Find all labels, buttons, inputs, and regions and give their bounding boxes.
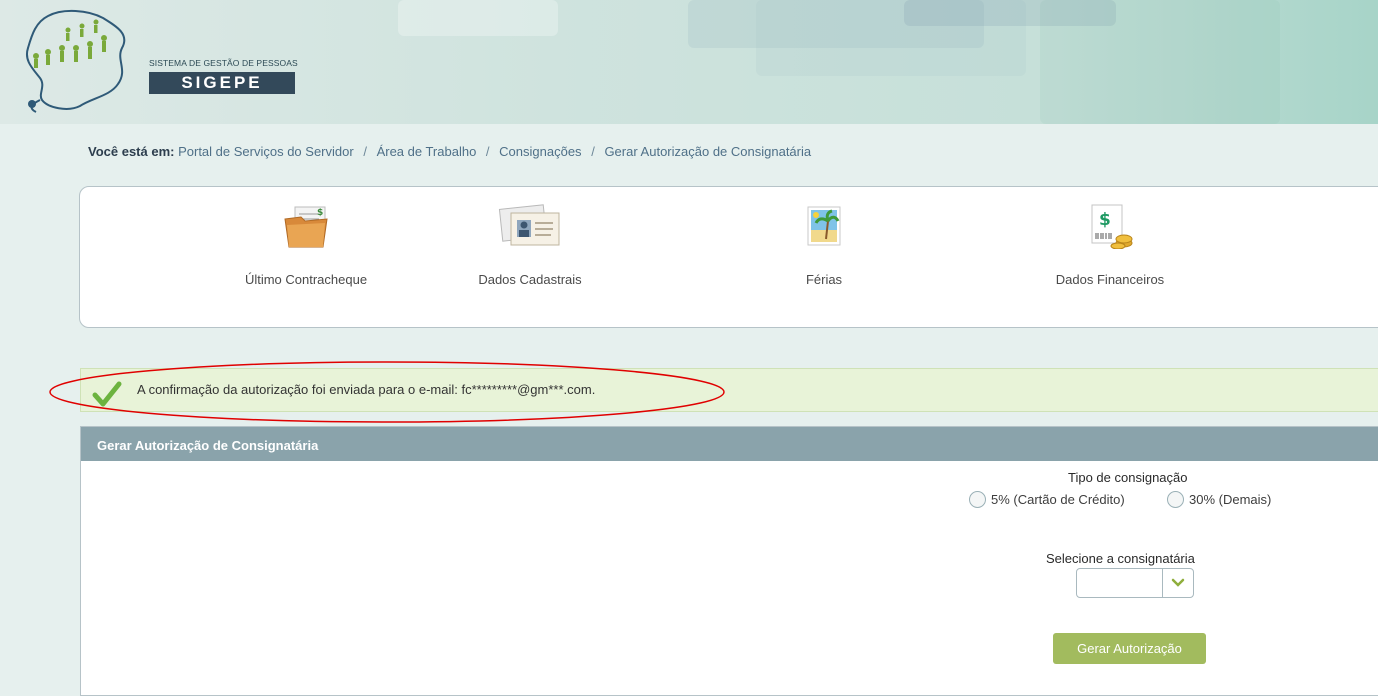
folder-document-icon: $ — [284, 206, 328, 248]
beach-palm-icon — [807, 206, 841, 246]
chevron-down-icon — [1171, 578, 1185, 587]
consignataria-select[interactable] — [1076, 568, 1194, 598]
tipo-consignacao-label: Tipo de consignação — [1068, 470, 1188, 485]
consignataria-select-label: Selecione a consignatária — [1046, 551, 1195, 566]
shortcut-ferias[interactable]: Férias — [704, 187, 944, 327]
money-coins-icon: $ — [1091, 204, 1133, 249]
breadcrumb-separator: / — [485, 144, 490, 159]
shortcuts-panel: $ Último Contracheque Dados Cadastrais F… — [79, 186, 1378, 328]
select-dropdown-button[interactable] — [1162, 569, 1193, 597]
radio-label: 5% (Cartão de Crédito) — [991, 491, 1125, 507]
site-header: SISTEMA DE GESTÃO DE PESSOAS SIGEPE — [0, 0, 1378, 124]
shortcut-dados-cadastrais[interactable]: Dados Cadastrais — [410, 187, 650, 327]
id-card-icon — [498, 204, 560, 246]
gerar-autorizacao-button[interactable]: Gerar Autorização — [1053, 633, 1206, 664]
header-decoration — [1040, 0, 1280, 124]
radio-button[interactable] — [969, 490, 986, 508]
header-decoration — [398, 0, 558, 36]
radio-option-5[interactable]: 5% (Cartão de Crédito) — [969, 488, 1125, 510]
breadcrumb-item-area-trabalho[interactable]: Área de Trabalho — [377, 144, 477, 159]
breadcrumb-separator: / — [591, 144, 595, 159]
svg-text:$: $ — [317, 208, 323, 218]
brazil-map-people-icon — [26, 10, 126, 113]
shortcut-label: Dados Financeiros — [1055, 272, 1165, 287]
breadcrumb-item-consignacoes[interactable]: Consignações — [499, 144, 581, 159]
shortcut-label: Férias — [805, 272, 843, 287]
shortcut-ultimo-contracheque[interactable]: $ Último Contracheque — [186, 187, 426, 327]
radio-button[interactable] — [1167, 490, 1184, 508]
logo-title: SIGEPE — [149, 72, 295, 94]
svg-text:$: $ — [1099, 210, 1111, 230]
shortcut-label: Último Contracheque — [244, 272, 368, 287]
breadcrumb-separator: / — [363, 144, 367, 159]
shortcut-label: Dados Cadastrais — [478, 272, 582, 287]
highlight-ellipse — [49, 361, 725, 423]
shortcut-dados-financeiros[interactable]: $ Dados Financeiros — [990, 187, 1230, 327]
breadcrumb-lead: Você está em: — [88, 144, 175, 159]
breadcrumb-item-portal[interactable]: Portal de Serviços do Servidor — [178, 144, 354, 159]
radio-label: 30% (Demais) — [1189, 491, 1272, 507]
breadcrumb: Você está em: Portal de Serviços do Serv… — [88, 144, 811, 159]
breadcrumb-item-current: Gerar Autorização de Consignatária — [604, 144, 812, 159]
sigepe-logo[interactable]: SISTEMA DE GESTÃO DE PESSOAS SIGEPE — [18, 8, 298, 114]
panel-title: Gerar Autorização de Consignatária — [81, 427, 1378, 461]
radio-option-30[interactable]: 30% (Demais) — [1167, 488, 1271, 510]
logo-subtitle: SISTEMA DE GESTÃO DE PESSOAS — [149, 58, 298, 68]
